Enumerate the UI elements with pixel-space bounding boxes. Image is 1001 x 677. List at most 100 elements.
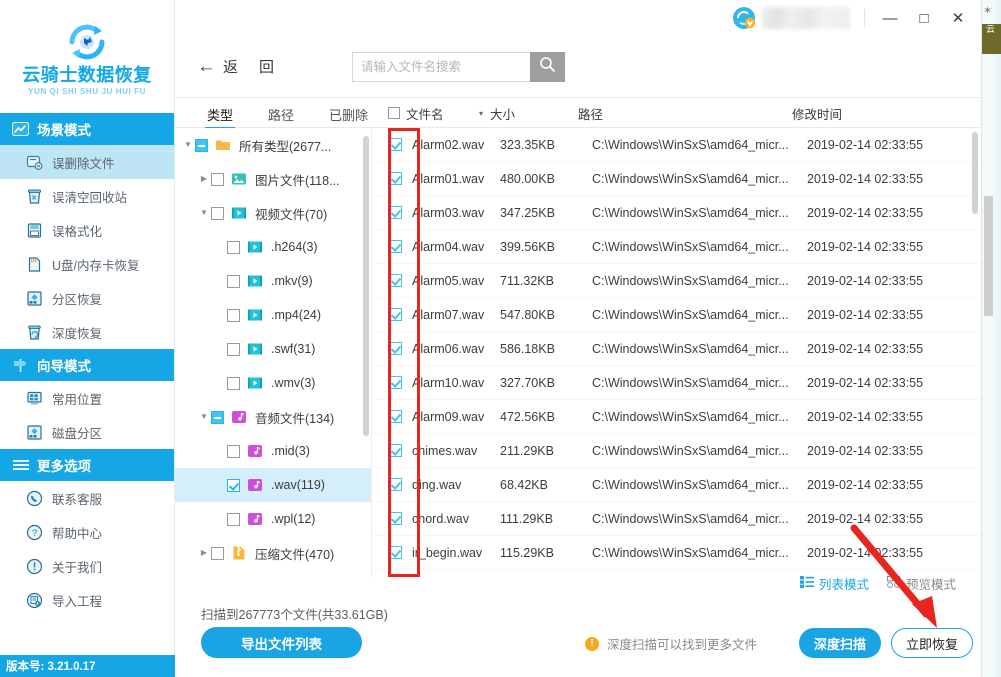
chevron-down-icon[interactable]: ▼ xyxy=(181,138,195,152)
file-checkbox[interactable] xyxy=(389,206,402,219)
back-button[interactable]: ← 返 回 xyxy=(197,56,274,77)
tab-deleted[interactable]: 已删除 xyxy=(327,102,370,127)
view-mode-preview[interactable]: 预览模式 xyxy=(887,574,956,593)
file-checkbox[interactable] xyxy=(389,308,402,321)
tree-checkbox[interactable] xyxy=(211,172,224,186)
table-row[interactable]: Alarm07.wav 547.80KB C:\Windows\WinSxS\amd… xyxy=(372,298,981,332)
sidebar-item-help-center[interactable]: ? 帮助中心 xyxy=(0,515,174,549)
tree-row[interactable]: .h264(3) xyxy=(175,230,371,264)
recover-now-button[interactable]: 立即恢复 xyxy=(891,628,973,658)
tree-row[interactable]: ▶文档文件(617... xyxy=(175,570,371,578)
sidebar-item-about-us[interactable]: 关于我们 xyxy=(0,549,174,583)
chevron-down-icon[interactable]: ▼ xyxy=(197,410,211,424)
tab-type[interactable]: 类型 xyxy=(205,102,236,129)
table-row[interactable]: ir_begin.wav 115.29KB C:\Windows\WinSxS\am… xyxy=(372,536,981,570)
tree-row[interactable]: .mid(3) xyxy=(175,434,371,468)
sidebar-item-format[interactable]: 误格式化 xyxy=(0,213,174,247)
view-mode-list[interactable]: 列表模式 xyxy=(800,574,869,593)
minimize-button[interactable]: — xyxy=(873,3,907,33)
file-checkbox[interactable] xyxy=(389,342,402,355)
tree-checkbox[interactable] xyxy=(227,308,240,322)
file-checkbox[interactable] xyxy=(389,410,402,423)
table-row[interactable]: ding.wav 68.42KB C:\Windows\WinSxS\amd64_m… xyxy=(372,468,981,502)
file-checkbox[interactable] xyxy=(389,376,402,389)
file-checkbox[interactable] xyxy=(389,138,402,151)
table-row[interactable]: Alarm01.wav 480.00KB C:\Windows\WinSxS\amd… xyxy=(372,162,981,196)
sidebar-item-recycle-bin[interactable]: 误清空回收站 xyxy=(0,179,174,213)
sidebar-item-contact-support[interactable]: 联系客服 xyxy=(0,481,174,515)
sidebar-group-more-options[interactable]: 更多选项 xyxy=(0,449,174,481)
table-row[interactable]: chord.wav 111.29KB C:\Windows\WinSxS\amd64… xyxy=(372,502,981,536)
file-list-scrollbar[interactable] xyxy=(972,132,978,214)
file-checkbox[interactable] xyxy=(389,274,402,287)
tree-checkbox[interactable] xyxy=(195,138,208,152)
import-project-icon xyxy=(26,592,43,609)
column-path[interactable]: 路径 xyxy=(578,98,603,128)
tree-row[interactable]: .mp4(24) xyxy=(175,298,371,332)
sidebar-item-deep-recovery[interactable]: 深度恢复 xyxy=(0,315,174,349)
tree-checkbox[interactable] xyxy=(227,342,240,356)
tree-row[interactable]: .swf(31) xyxy=(175,332,371,366)
close-button[interactable]: ✕ xyxy=(941,3,975,33)
sidebar-item-common-location[interactable]: 常用位置 xyxy=(0,381,174,415)
tree-checkbox[interactable] xyxy=(211,410,224,424)
chevron-right-icon[interactable]: ▶ xyxy=(197,172,211,186)
table-row[interactable]: Alarm04.wav 399.56KB C:\Windows\WinSxS\amd… xyxy=(372,230,981,264)
select-all-checkbox[interactable] xyxy=(388,107,400,119)
bottom-bar: 扫描到267773个文件(共33.61GB) 导出文件列表 ! 深度扫描可以找到… xyxy=(175,592,981,677)
tree-row[interactable]: ▶ 压缩文件(470) xyxy=(175,536,371,570)
sidebar-item-import-project[interactable]: 导入工程 xyxy=(0,583,174,617)
chevron-right-icon[interactable]: ▶ xyxy=(197,546,211,560)
table-row[interactable]: Alarm03.wav 347.25KB C:\Windows\WinSxS\amd… xyxy=(372,196,981,230)
column-size[interactable]: ▾ 大小 xyxy=(479,98,515,128)
table-row[interactable]: Alarm02.wav 323.35KB C:\Windows\WinSxS\amd… xyxy=(372,128,981,162)
user-account[interactable] xyxy=(732,6,850,30)
tree-row[interactable]: ▼ 音频文件(134) xyxy=(175,400,371,434)
file-checkbox[interactable] xyxy=(389,172,402,185)
tree-checkbox[interactable] xyxy=(227,376,240,390)
tree-checkbox[interactable] xyxy=(227,274,240,288)
file-list[interactable]: Alarm02.wav 323.35KB C:\Windows\WinSxS\amd… xyxy=(372,128,981,578)
tree-checkbox[interactable] xyxy=(227,444,240,458)
sidebar-group-scene-mode[interactable]: 场景模式 xyxy=(0,113,174,145)
tree-checkbox[interactable] xyxy=(227,240,240,254)
table-row[interactable]: Alarm06.wav 586.18KB C:\Windows\WinSxS\amd… xyxy=(372,332,981,366)
tree-row[interactable]: ▼ 所有类型(2677... xyxy=(175,128,371,162)
table-row[interactable]: Alarm10.wav 327.70KB C:\Windows\WinSxS\amd… xyxy=(372,366,981,400)
tree-row[interactable]: .wpl(12) xyxy=(175,502,371,536)
tab-path[interactable]: 路径 xyxy=(266,102,296,127)
column-modified-time[interactable]: 修改时间 xyxy=(792,98,842,128)
file-checkbox[interactable] xyxy=(389,444,402,457)
file-checkbox[interactable] xyxy=(389,240,402,253)
search-input[interactable] xyxy=(352,51,531,82)
tree-checkbox[interactable] xyxy=(211,546,224,560)
deep-scan-button[interactable]: 深度扫描 xyxy=(799,628,881,658)
table-row[interactable]: Alarm09.wav 472.56KB C:\Windows\WinSxS\amd… xyxy=(372,400,981,434)
tree-checkbox[interactable] xyxy=(227,512,240,526)
sidebar-item-partition-recovery[interactable]: 分区恢复 xyxy=(0,281,174,315)
column-file-name[interactable]: 文件名 xyxy=(388,98,444,128)
file-checkbox[interactable] xyxy=(389,546,402,559)
sidebar-group-wizard-mode[interactable]: 向导模式 xyxy=(0,349,174,381)
tree-row[interactable]: ▶ 图片文件(118... xyxy=(175,162,371,196)
maximize-button[interactable]: □ xyxy=(907,3,941,33)
file-checkbox[interactable] xyxy=(389,512,402,525)
tree-row[interactable]: ▼ 视频文件(70) xyxy=(175,196,371,230)
table-row[interactable]: Alarm05.wav 711.32KB C:\Windows\WinSxS\amd… xyxy=(372,264,981,298)
tree-row[interactable]: .mkv(9) xyxy=(175,264,371,298)
file-checkbox[interactable] xyxy=(389,478,402,491)
file-type-tree[interactable]: ▼ 所有类型(2677... ▶ 图片文件(118... ▼ 视频文件(70) .h264(… xyxy=(175,128,371,578)
tree-scrollbar[interactable] xyxy=(363,136,369,436)
background-window-scrollbar[interactable] xyxy=(984,196,993,316)
sidebar-item-deleted-file[interactable]: 误删除文件 xyxy=(0,145,174,179)
table-row[interactable]: chimes.wav 211.29KB C:\Windows\WinSxS\amd6… xyxy=(372,434,981,468)
chevron-down-icon[interactable]: ▼ xyxy=(197,206,211,220)
export-file-list-button[interactable]: 导出文件列表 xyxy=(201,627,362,658)
search-button[interactable] xyxy=(530,51,566,82)
tree-checkbox[interactable] xyxy=(227,478,240,492)
sidebar-item-usb-card[interactable]: U盘/内存卡恢复 xyxy=(0,247,174,281)
sidebar-item-disk-partition[interactable]: 磁盘分区 xyxy=(0,415,174,449)
tree-row[interactable]: .wav(119) xyxy=(175,468,371,502)
tree-checkbox[interactable] xyxy=(211,206,224,220)
tree-row[interactable]: .wmv(3) xyxy=(175,366,371,400)
